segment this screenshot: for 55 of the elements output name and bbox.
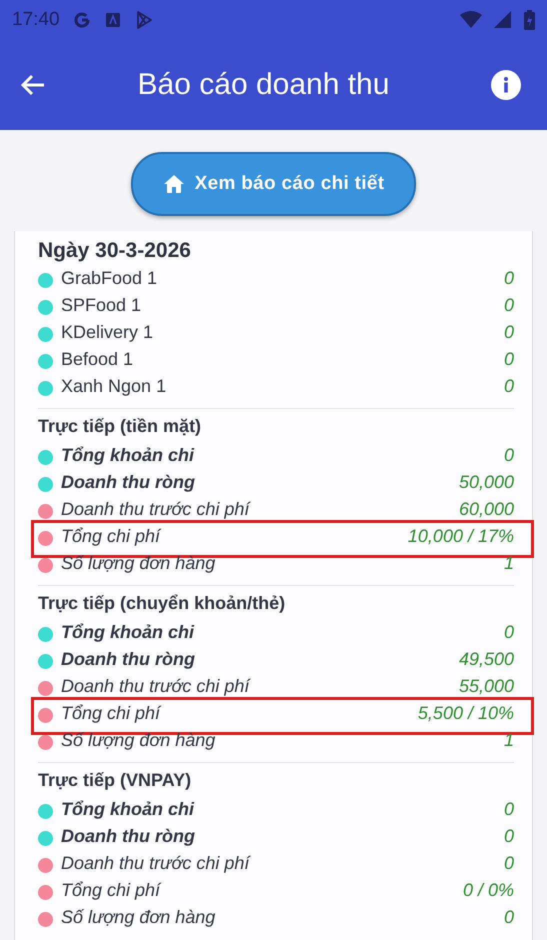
metric-value: 49,500 <box>458 649 514 670</box>
metric-label: Số lượng đơn hàng <box>61 553 216 574</box>
channel-name: SPFood 1 <box>61 295 142 316</box>
metric-value: 10,000 / 17% <box>408 526 514 547</box>
channel-value: 0 <box>504 349 514 370</box>
metric-label: Doanh thu trước chi phí <box>61 676 252 697</box>
channel-name: Befood 1 <box>61 349 134 370</box>
metric-label: Tổng khoản chi <box>61 799 196 820</box>
metric-value: 0 <box>504 907 514 928</box>
channel-value: 0 <box>504 268 514 289</box>
section-title: Trực tiếp (VNPAY) <box>38 770 192 792</box>
battery-icon <box>524 10 535 30</box>
metric-label: Doanh thu trước chi phí <box>61 853 252 874</box>
metric-label: Tổng chi phí <box>61 703 162 724</box>
metric-label: Tổng khoản chi <box>61 445 196 466</box>
back-arrow-icon <box>20 73 46 97</box>
metric-label: Tổng chi phí <box>61 880 162 901</box>
notification-icon <box>104 11 122 29</box>
metric-value: 50,000 <box>458 472 514 493</box>
report-date: Ngày 30-3-2026 <box>38 239 192 263</box>
metric-value: 0 <box>504 799 514 820</box>
metric-label: Tổng khoản chi <box>61 622 196 643</box>
metric-label: Số lượng đơn hàng <box>61 730 216 751</box>
metric-value: 0 <box>504 826 514 847</box>
metric-value: 1 <box>504 730 514 751</box>
info-icon <box>491 70 521 100</box>
channel-value: 0 <box>504 376 514 397</box>
screen-title: Báo cáo doanh thu <box>136 68 390 102</box>
wifi-icon <box>460 11 482 29</box>
metric-value: 0 / 0% <box>462 880 514 901</box>
section-title: Trực tiếp (chuyển khoản/thẻ) <box>38 593 286 615</box>
metric-value: 5,500 / 10% <box>418 703 514 724</box>
metric-label: Doanh thu ròng <box>61 826 196 847</box>
metric-value: 60,000 <box>458 499 514 520</box>
channel-value: 0 <box>504 295 514 316</box>
metric-value: 0 <box>504 853 514 874</box>
metric-value: 55,000 <box>458 676 514 697</box>
section-title: Trực tiếp (tiền mặt) <box>38 416 202 438</box>
signal-icon <box>494 11 512 29</box>
metric-value: 0 <box>504 445 514 466</box>
metric-label: Doanh thu ròng <box>61 649 196 670</box>
home-icon <box>162 174 185 194</box>
notification-icon <box>72 10 92 30</box>
metric-label: Tổng chi phí <box>61 526 162 547</box>
metric-label: Số lượng đơn hàng <box>61 907 216 928</box>
channel-name: Xanh Ngon 1 <box>61 376 168 397</box>
metric-label: Doanh thu ròng <box>61 472 196 493</box>
channel-name: GrabFood 1 <box>61 268 158 289</box>
metric-value: 0 <box>504 622 514 643</box>
status-time: 17:40 <box>12 9 60 31</box>
detail-report-button[interactable]: Xem báo cáo chi tiết <box>130 152 416 216</box>
metric-label: Doanh thu trước chi phí <box>61 499 252 520</box>
metric-value: 1 <box>504 553 514 574</box>
channel-value: 0 <box>504 322 514 343</box>
channel-name: KDelivery 1 <box>61 322 154 343</box>
